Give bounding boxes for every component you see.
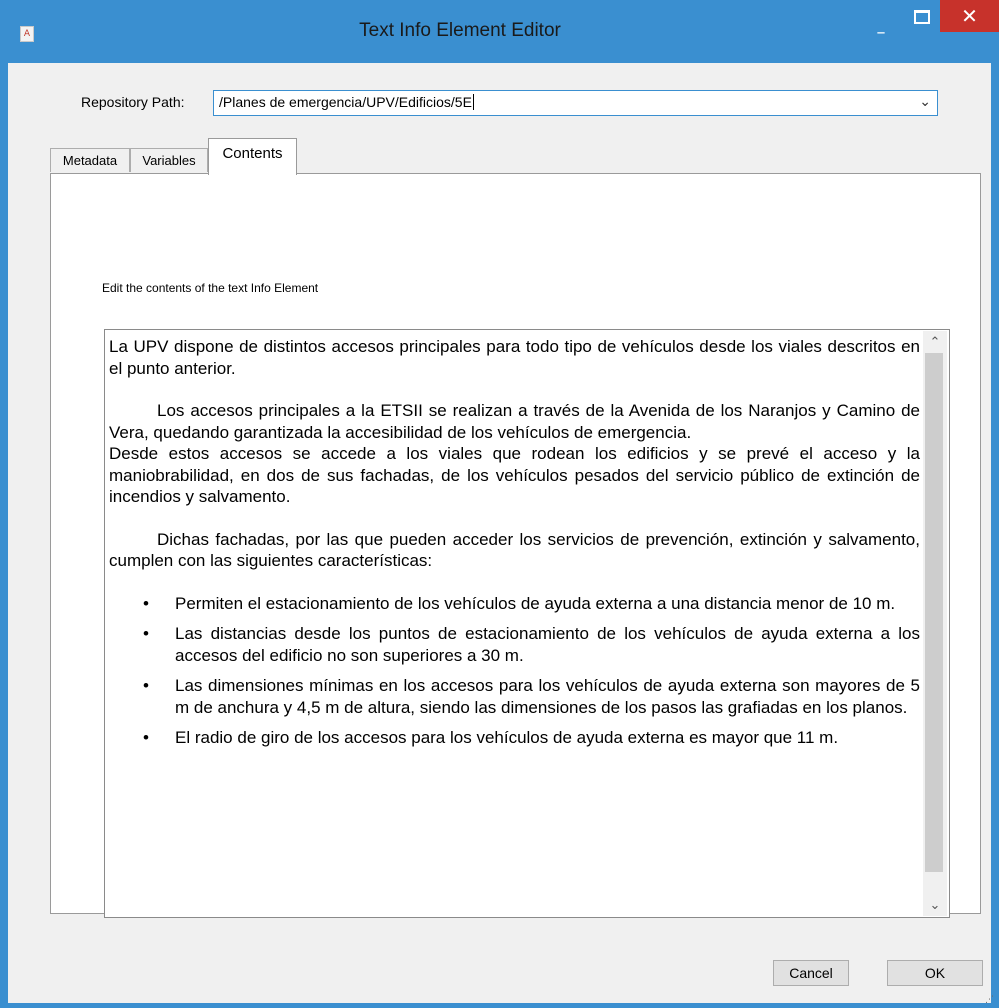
close-button[interactable]: ✕ (940, 0, 999, 32)
bullet-icon: • (143, 593, 149, 613)
repository-path-label: Repository Path: (81, 94, 185, 110)
list-item: • Las distancias desde los puntos de esta… (143, 624, 920, 665)
scroll-down-icon[interactable]: ⌄ (923, 894, 947, 916)
tab-variables[interactable]: Variables (130, 148, 208, 172)
vertical-scrollbar[interactable]: ⌃ ⌄ (923, 331, 947, 916)
text-caret (472, 94, 474, 110)
list-item: • Las dimensiones mínimas en los accesos … (143, 676, 920, 717)
bullet-icon: • (143, 624, 149, 643)
tab-contents[interactable]: Contents (208, 138, 297, 175)
paragraph: Desde estos accesos se accede a los vial… (109, 444, 920, 506)
repository-path-combobox[interactable]: /Planes de emergencia/UPV/Edificios/5E ⌄ (213, 90, 938, 116)
contents-tab-panel: Edit the contents of the text Info Eleme… (50, 173, 981, 918)
editor-text-body[interactable]: La UPV dispone de distintos accesos prin… (109, 336, 920, 758)
paragraph: La UPV dispone de distintos accesos prin… (109, 337, 920, 378)
scroll-up-icon[interactable]: ⌃ (923, 331, 947, 353)
window-title: Text Info Element Editor (359, 20, 561, 41)
contents-caption: Edit the contents of the text Info Eleme… (102, 281, 319, 295)
list-item: • Permiten el estacionamiento de los vehí… (143, 593, 896, 613)
dialog-window: A Text Info Element Editor – ✕ Repositor… (0, 0, 999, 1008)
paragraph: Los accesos principales a la ETSII se re… (109, 401, 920, 442)
ok-button[interactable]: OK (887, 960, 983, 986)
resize-grip-icon[interactable]: ⋰ (985, 995, 994, 1005)
repository-path-value[interactable]: /Planes de emergencia/UPV/Edificios/5E (219, 94, 474, 110)
scrollbar-thumb[interactable] (925, 353, 943, 872)
contents-text-editor[interactable]: La UPV dispone de distintos accesos prin… (104, 329, 950, 918)
bullet-list: • Permiten el estacionamiento de los vehí… (109, 593, 920, 749)
maximize-button[interactable] (912, 8, 932, 24)
chevron-down-icon[interactable]: ⌄ (919, 93, 931, 110)
list-item: • El radio de giro de los accesos para lo… (143, 728, 839, 747)
tab-metadata[interactable]: Metadata (50, 148, 130, 172)
minimize-button[interactable]: – (868, 22, 894, 55)
dialog-client-area: Repository Path: /Planes de emergencia/U… (8, 63, 991, 1003)
bullet-icon: • (143, 728, 149, 747)
paragraph: Dichas fachadas, por las que pueden acce… (109, 529, 920, 571)
title-bar[interactable]: A Text Info Element Editor – ✕ (0, 0, 999, 63)
cancel-button[interactable]: Cancel (773, 960, 849, 986)
bullet-icon: • (143, 676, 149, 695)
maximize-icon (914, 10, 930, 24)
